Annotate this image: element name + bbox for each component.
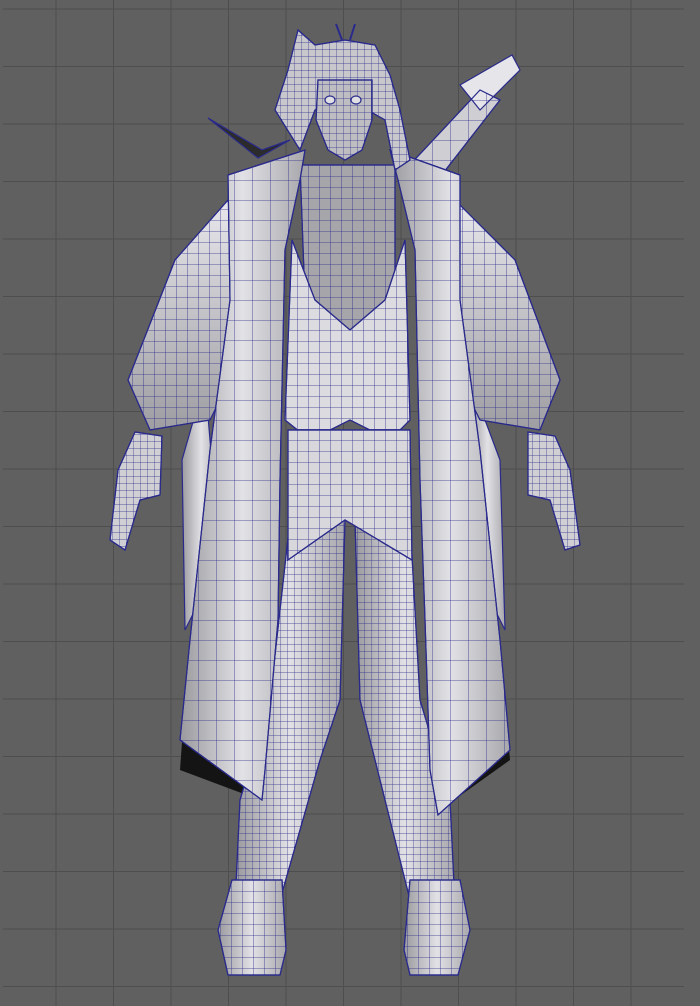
boot-left-mesh <box>217 879 287 976</box>
hair-horns <box>335 23 356 41</box>
eye-left <box>324 95 336 105</box>
character-wireframe-model[interactable] <box>109 23 581 976</box>
hand-left-mesh <box>109 431 163 551</box>
viewport-canvas[interactable] <box>0 0 700 1006</box>
3d-viewport[interactable] <box>0 0 700 1006</box>
pants-upper-mesh <box>287 429 413 562</box>
hand-right-mesh <box>527 431 581 551</box>
eye-right <box>350 95 362 105</box>
face-mesh <box>315 79 373 161</box>
boot-right-mesh <box>403 879 471 976</box>
